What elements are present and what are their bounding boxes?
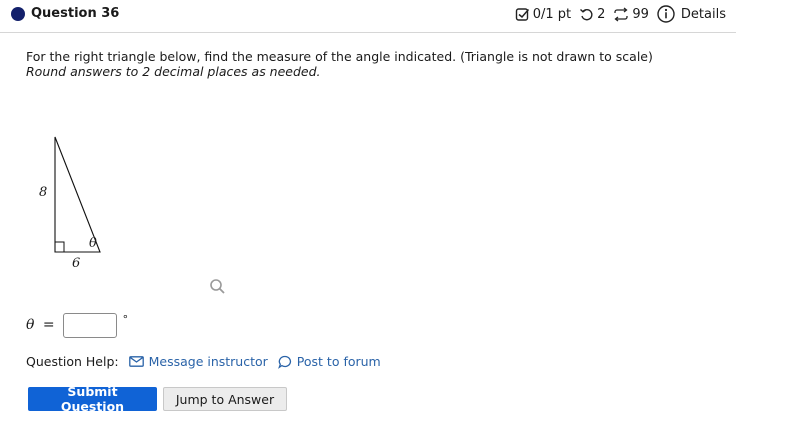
jump-to-answer-button[interactable]: Jump to Answer <box>163 387 287 411</box>
attempts-group: 99 <box>613 7 649 22</box>
equals-sign: = <box>42 317 55 333</box>
degree-unit: ° <box>122 312 129 326</box>
answer-label: θ = <box>26 317 55 333</box>
message-instructor-label: Message instructor <box>148 354 268 369</box>
angle-label: θ <box>89 236 97 251</box>
repeat-icon <box>613 6 629 22</box>
question-help: Question Help: Message instructor Post t… <box>26 354 381 369</box>
post-to-forum-label: Post to forum <box>296 354 381 369</box>
answer-row: θ = ° <box>26 310 128 340</box>
question-prompt: For the right triangle below, find the m… <box>26 49 653 79</box>
question-header: Question 36 0/1 pt 2 99 Details <box>0 0 736 33</box>
answer-input[interactable] <box>62 312 117 338</box>
prompt-hint: Round answers to 2 decimal places as nee… <box>26 64 321 79</box>
info-icon <box>657 5 675 23</box>
checkbox-icon <box>515 7 530 22</box>
message-instructor-link[interactable]: Message instructor <box>128 354 268 369</box>
score-group: 0/1 pt <box>515 7 571 22</box>
prompt-text: For the right triangle below, find the m… <box>26 49 653 64</box>
retries-group: 2 <box>579 7 605 22</box>
retries-text: 2 <box>597 6 606 22</box>
theta-symbol: θ <box>26 317 35 333</box>
triangle-figure: 8 6 θ <box>30 130 120 284</box>
post-to-forum-link[interactable]: Post to forum <box>277 354 381 369</box>
side-label-vertical: 8 <box>39 185 48 200</box>
question-meta: 0/1 pt 2 99 Details <box>507 5 726 23</box>
side-label-horizontal: 6 <box>72 256 81 271</box>
submit-question-button[interactable]: Submit Question <box>28 384 157 414</box>
magnify-icon[interactable] <box>208 277 228 301</box>
status-dot-icon <box>11 7 25 21</box>
undo-icon <box>579 7 594 22</box>
speech-bubble-icon <box>277 355 291 369</box>
envelope-icon <box>128 356 144 367</box>
help-label: Question Help: <box>26 354 119 369</box>
details-button[interactable]: Details <box>657 5 726 23</box>
details-label: Details <box>680 6 726 22</box>
question-title: Question 36 <box>31 6 120 21</box>
score-text: 0/1 pt <box>532 6 572 22</box>
attempts-text: 99 <box>632 6 649 22</box>
